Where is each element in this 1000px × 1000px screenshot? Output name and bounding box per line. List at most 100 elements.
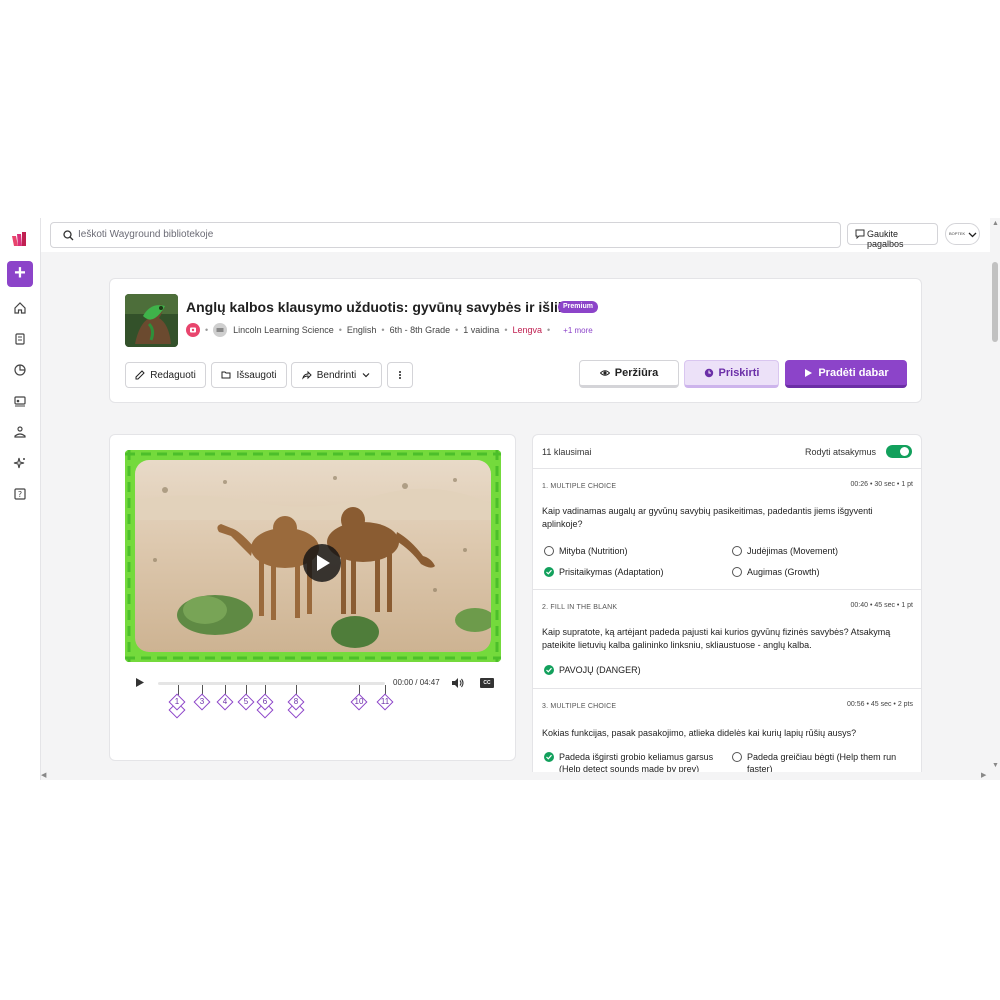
video-controls: 00:00 / 04:47 CC: [131, 675, 497, 695]
video-quiz-icon: [186, 323, 200, 337]
accommodations-icon[interactable]: [13, 425, 27, 439]
question-marker-8[interactable]: 8: [287, 693, 305, 719]
check-circle-icon: [544, 567, 554, 577]
video-frame[interactable]: [125, 450, 501, 662]
question-type: 2. FILL IN THE BLANK: [542, 604, 618, 611]
question-marker-5[interactable]: 5: [237, 693, 255, 711]
question-text: Kaip supratote, ką artėjant padeda pajus…: [542, 627, 891, 650]
edit-label: Redaguoti: [150, 369, 196, 381]
sidebar: + ?: [0, 218, 41, 780]
answer-option: Judėjimas (Movement): [732, 545, 838, 557]
assign-button[interactable]: Priskirti: [684, 360, 779, 388]
preview-button[interactable]: Peržiūra: [579, 360, 679, 388]
question-marker-4[interactable]: 4: [216, 693, 234, 711]
question-marker-3[interactable]: 3: [193, 693, 211, 711]
scrollbar-thumb[interactable]: [992, 262, 998, 342]
question-marker-10[interactable]: 10: [350, 693, 368, 711]
eye-icon: [599, 370, 610, 376]
reports-icon[interactable]: [13, 363, 27, 377]
horizontal-scrollbar[interactable]: ◀ ▶: [41, 772, 990, 780]
app-window: + ? Ieškoti Wayground bibliotekoje Gauki…: [0, 218, 1000, 780]
radio-icon: [732, 546, 742, 556]
question-info: 00:40 • 45 sec • 1 pt: [850, 602, 914, 609]
help-icon[interactable]: ?: [13, 487, 27, 501]
answer-option-correct: PAVOJŲ (DANGER): [544, 664, 641, 676]
question-card-3[interactable]: 3. MULTIPLE CHOICE 00:56 • 45 sec • 2 pt…: [533, 689, 921, 779]
answer-option: Mityba (Nutrition): [544, 545, 628, 557]
play-icon: [805, 368, 813, 377]
question-type: 1. MULTIPLE CHOICE: [542, 483, 617, 490]
premium-badge: Premium: [558, 301, 598, 313]
profile-avatar-text: BOPTEK: [949, 231, 966, 236]
video-time: 00:00 / 04:47: [393, 678, 440, 687]
show-answers-label: Rodyti atsakymus: [805, 447, 877, 457]
difficulty-label: Lengva: [512, 325, 542, 335]
question-text: Kokias funkcijas, pasak pasakojimo, atli…: [542, 728, 857, 738]
answer-option-correct: Prisitaikymas (Adaptation): [544, 566, 664, 578]
start-now-button[interactable]: Pradėti dabar: [785, 360, 907, 388]
check-circle-icon: [544, 752, 554, 762]
video-thumbnail: [135, 460, 491, 652]
chevron-down-icon: [362, 373, 370, 378]
folder-icon: [221, 371, 231, 379]
language-label: English: [346, 325, 377, 335]
svg-text:?: ?: [18, 490, 22, 499]
plays-count: 1 vaidina: [463, 325, 500, 335]
library-icon[interactable]: [13, 332, 27, 346]
search-input[interactable]: Ieškoti Wayground bibliotekoje: [50, 222, 841, 248]
vertical-scrollbar[interactable]: ▲ ▼: [990, 218, 1000, 780]
quiz-title: Anglų kalbos klausymo užduotis: gyvūnų s…: [186, 299, 598, 315]
start-now-label: Pradėti dabar: [818, 366, 889, 379]
chevron-down-icon: [968, 232, 977, 238]
share-button[interactable]: Bendrinti: [291, 362, 382, 388]
question-text: Kaip vadinamas augalų ar gyvūnų savybių …: [542, 506, 873, 529]
save-button[interactable]: Išsaugoti: [211, 362, 287, 388]
question-count: 11 klausimai: [542, 447, 592, 457]
share-label: Bendrinti: [316, 369, 357, 381]
search-icon: [63, 230, 74, 241]
grade-label: 6th - 8th Grade: [389, 325, 451, 335]
assign-label: Priskirti: [718, 367, 760, 379]
volume-icon[interactable]: [451, 677, 464, 689]
radio-icon: [732, 752, 742, 762]
home-icon[interactable]: [13, 301, 27, 315]
save-label: Išsaugoti: [236, 369, 277, 381]
edit-button[interactable]: Redaguoti: [125, 362, 206, 388]
more-options-button[interactable]: [387, 362, 413, 388]
share-icon: [301, 370, 312, 380]
seek-bar[interactable]: [158, 682, 386, 695]
check-circle-icon: [544, 665, 554, 675]
question-info: 00:26 • 30 sec • 1 pt: [850, 481, 914, 488]
question-type: 3. MULTIPLE CHOICE: [542, 703, 617, 710]
questions-header: 11 klausimai Rodyti atsakymus: [533, 435, 921, 469]
quiz-meta: • Lincoln Learning Science • English • 6…: [186, 323, 593, 337]
question-card-1[interactable]: 1. MULTIPLE CHOICE 00:26 • 30 sec • 1 pt…: [533, 469, 921, 590]
edit-icon: [135, 370, 145, 380]
video-player-card: 00:00 / 04:47 CC 1 3 4 5 6 8 10 11: [109, 434, 516, 761]
video-play-button[interactable]: [303, 544, 341, 582]
profile-menu-button[interactable]: BOPTEK: [945, 223, 980, 245]
play-icon[interactable]: [135, 677, 145, 688]
question-marker-11[interactable]: 11: [376, 693, 394, 711]
classes-icon[interactable]: [13, 394, 27, 408]
quiz-header-card: Anglų kalbos klausymo užduotis: gyvūnų s…: [109, 278, 922, 403]
radio-icon: [544, 546, 554, 556]
get-help-button[interactable]: Gaukite pagalbos: [847, 223, 938, 249]
clock-icon: [704, 368, 713, 378]
search-placeholder: Ieškoti Wayground bibliotekoje: [78, 229, 214, 240]
more-tags-link[interactable]: +1 more: [563, 326, 593, 335]
wayground-logo[interactable]: [10, 231, 30, 247]
captions-button[interactable]: CC: [480, 678, 494, 688]
question-marker-6[interactable]: 6: [256, 693, 274, 719]
question-info: 00:56 • 45 sec • 2 pts: [847, 701, 913, 708]
question-card-2[interactable]: 2. FILL IN THE BLANK 00:40 • 45 sec • 1 …: [533, 590, 921, 689]
top-bar: Ieškoti Wayground bibliotekoje Gaukite p…: [41, 218, 1000, 252]
create-button[interactable]: +: [7, 261, 33, 287]
show-answers-toggle[interactable]: [886, 445, 912, 458]
question-marker-1[interactable]: 1: [168, 693, 186, 719]
help-chat-icon: [855, 229, 865, 239]
ai-sparkle-icon[interactable]: [13, 456, 27, 470]
author-name[interactable]: Lincoln Learning Science: [233, 325, 334, 335]
get-help-label: Gaukite pagalbos: [867, 229, 904, 249]
preview-label: Peržiūra: [614, 367, 659, 379]
